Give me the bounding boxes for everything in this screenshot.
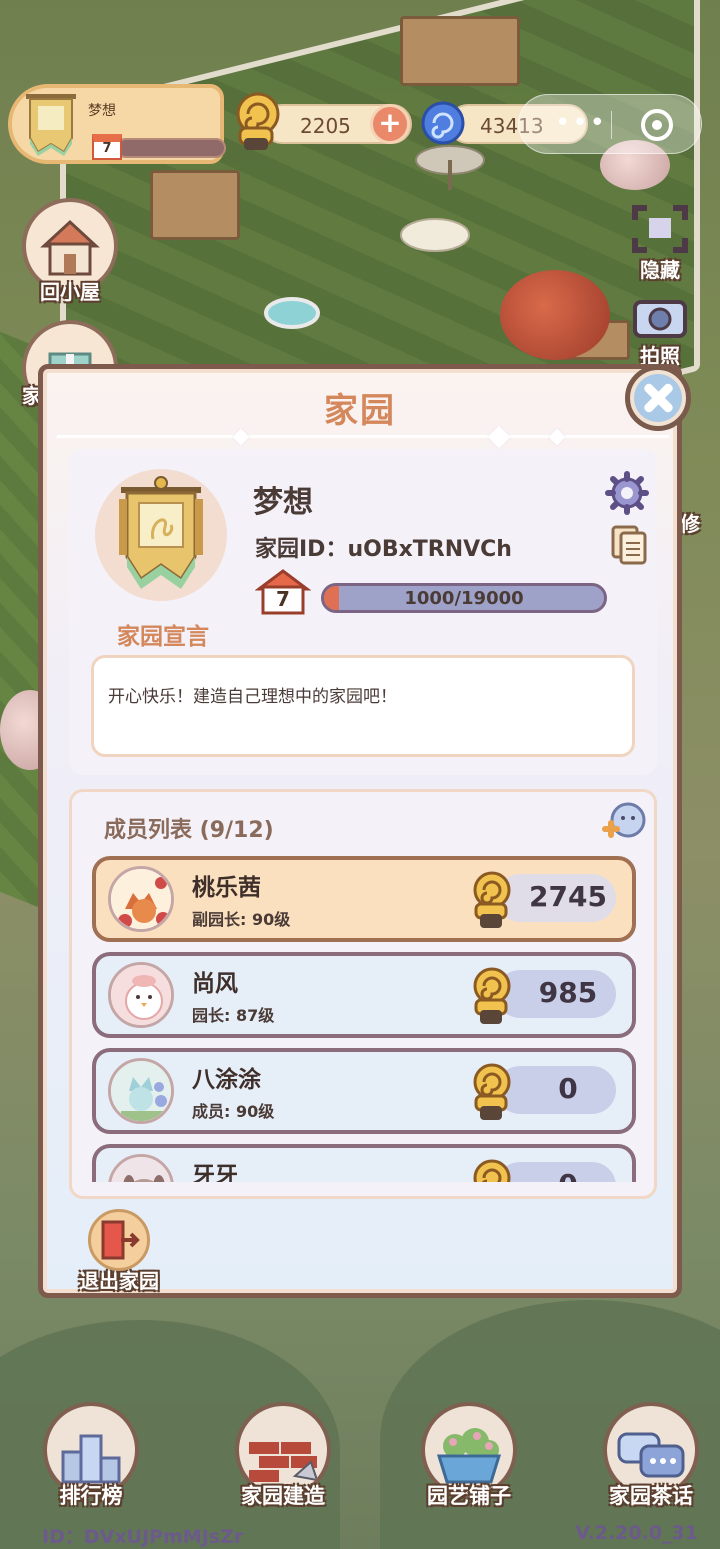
close-miniprogram-icon[interactable] bbox=[641, 109, 673, 141]
snail-coin-value: 2205 bbox=[300, 114, 351, 138]
garden-level-badge: 7 bbox=[92, 134, 122, 160]
garden-banner-icon bbox=[26, 94, 76, 156]
member-name: 牙牙 bbox=[192, 1163, 238, 1182]
member-name: 八涂涂 bbox=[192, 1067, 261, 1093]
title-divider bbox=[57, 435, 669, 438]
garden-shop-button[interactable]: 园艺铺子 bbox=[414, 1402, 524, 1510]
member-avatar bbox=[108, 962, 174, 1028]
back-to-house-button[interactable]: 回小屋 bbox=[20, 198, 120, 305]
member-role: 园长: 87级 bbox=[192, 1006, 275, 1025]
shell-currency-icon bbox=[421, 101, 465, 145]
snail-coin-icon bbox=[236, 92, 280, 150]
bird-avatar-icon bbox=[111, 965, 171, 1025]
ranking-label: 排行榜 bbox=[59, 1484, 123, 1508]
dog-avatar-icon bbox=[111, 1157, 171, 1182]
member-contribution: 2745 bbox=[529, 880, 607, 913]
member-row[interactable]: 尚风 园长: 87级 985 bbox=[92, 952, 636, 1038]
camera-icon bbox=[633, 300, 687, 338]
cat-flower-avatar-icon bbox=[111, 1061, 171, 1121]
invite-member-icon[interactable] bbox=[600, 800, 648, 844]
exit-door-icon bbox=[88, 1209, 150, 1271]
member-avatar bbox=[108, 866, 174, 932]
garden-emblem[interactable] bbox=[95, 469, 227, 601]
garden-declaration-link[interactable]: 家园宣言 bbox=[83, 617, 243, 651]
member-row[interactable]: 桃乐茜 副园长: 90级 2745 bbox=[92, 856, 636, 942]
garden-exp-bar bbox=[116, 138, 226, 158]
garden-name: 梦想 bbox=[88, 103, 116, 119]
member-role: 成员: 90级 bbox=[192, 1102, 275, 1121]
member-name: 桃乐茜 bbox=[192, 875, 261, 901]
garden-build-button[interactable]: 家园建造 bbox=[228, 1402, 338, 1510]
close-dialog-button[interactable] bbox=[625, 365, 691, 431]
hide-label: 隐藏 bbox=[640, 258, 680, 282]
members-card: 成员列表 (9/12) 桃乐茜 副园长: 90级 2745 尚风 园长: 87级… bbox=[69, 789, 657, 1199]
garden-level-value: 7 bbox=[276, 587, 290, 611]
member-list[interactable]: 桃乐茜 副园长: 90级 2745 尚风 园长: 87级 985 八涂涂 成员:… bbox=[92, 856, 636, 1182]
parasol bbox=[400, 218, 470, 252]
exp-text: 1000/19000 bbox=[404, 588, 524, 609]
garden-chat-label: 家园茶话 bbox=[609, 1484, 693, 1508]
garden-level-badge: 7 bbox=[254, 567, 312, 615]
house-roof bbox=[400, 16, 520, 86]
copy-icon[interactable] bbox=[609, 523, 649, 567]
gear-icon[interactable] bbox=[605, 471, 649, 515]
version-text: V.2.20.0_31 bbox=[575, 1522, 698, 1544]
red-tree bbox=[500, 270, 610, 360]
members-list-title: 成员列表 (9/12) bbox=[104, 818, 274, 843]
garden-exp-bar: 1000/19000 bbox=[321, 583, 607, 613]
member-avatar bbox=[108, 1058, 174, 1124]
mini-program-capsule: ••• bbox=[518, 94, 702, 154]
ranking-button[interactable]: 排行榜 bbox=[36, 1402, 146, 1510]
garden-profile-chip[interactable]: 梦想 7 bbox=[8, 84, 226, 164]
user-id-text: ID：DVxUJPmMJsZr bbox=[42, 1526, 244, 1548]
garden-dialog: 家园 家园宣言 梦想 家园ID：uOBxTRNVCh 7 1000/19000 … bbox=[38, 364, 691, 1298]
back-to-house-label: 回小屋 bbox=[40, 280, 100, 304]
add-snail-coin-button[interactable]: + bbox=[370, 104, 410, 144]
fox-avatar-icon bbox=[111, 869, 171, 929]
member-contribution: 0 bbox=[496, 1168, 636, 1182]
dialog-title: 家园 bbox=[324, 391, 396, 431]
garden-banner-icon bbox=[119, 476, 203, 589]
member-contribution: 0 bbox=[558, 1072, 578, 1105]
garden-name: 梦想 bbox=[253, 485, 313, 520]
garden-shop-label: 园艺铺子 bbox=[427, 1484, 511, 1508]
garden-id-label: 家园ID： bbox=[255, 537, 348, 562]
house-roof bbox=[150, 170, 240, 240]
parasol bbox=[415, 145, 485, 190]
member-row[interactable]: 牙牙 0 bbox=[92, 1144, 636, 1182]
pool bbox=[264, 297, 320, 329]
member-avatar bbox=[108, 1154, 174, 1182]
garden-info-card: 家园宣言 梦想 家园ID：uOBxTRNVCh 7 1000/19000 开心快… bbox=[69, 449, 657, 775]
garden-id-value: uOBxTRNVCh bbox=[347, 537, 512, 562]
garden-build-label: 家园建造 bbox=[241, 1484, 325, 1508]
garden-id-row: 家园ID：uOBxTRNVCh bbox=[255, 531, 512, 563]
member-name: 尚风 bbox=[192, 971, 238, 997]
member-contribution: 985 bbox=[538, 976, 598, 1009]
member-role: 副园长: 90级 bbox=[192, 910, 291, 929]
more-menu-icon[interactable]: ••• bbox=[555, 109, 607, 137]
capsule-divider bbox=[611, 111, 612, 139]
member-row[interactable]: 八涂涂 成员: 90级 0 bbox=[92, 1048, 636, 1134]
hide-icon bbox=[632, 205, 688, 253]
garden-chat-button[interactable]: 家园茶话 bbox=[596, 1402, 706, 1510]
hide-ui-button[interactable]: 隐藏 bbox=[620, 200, 700, 283]
garden-declaration-text: 开心快乐！建造自己理想中的家园吧！ bbox=[91, 655, 635, 757]
photo-button[interactable]: 拍照 bbox=[620, 292, 700, 369]
exit-garden-button[interactable]: 退出家园 bbox=[67, 1209, 171, 1294]
repair-label: 修 bbox=[680, 512, 700, 536]
close-icon bbox=[634, 374, 682, 422]
